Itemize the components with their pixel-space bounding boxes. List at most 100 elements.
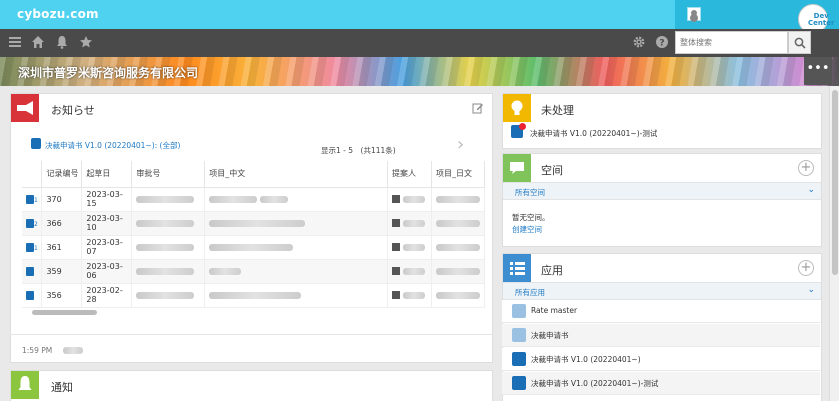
search-button[interactable] xyxy=(788,31,811,54)
space-filter-dropdown[interactable]: 所有空间 ⌄ xyxy=(503,182,821,200)
chat-bubble-icon xyxy=(503,154,531,182)
pending-item-link[interactable]: 决裁申请书 V1.0 (20220401~)-测试 xyxy=(530,128,657,139)
megaphone-icon xyxy=(11,94,39,122)
redacted-text xyxy=(136,243,195,251)
table-row[interactable]: 356 2023-02-28 xyxy=(22,283,486,308)
table-row[interactable]: 1 370 2023-03-15 xyxy=(22,187,486,212)
global-search xyxy=(675,31,788,54)
redacted-text xyxy=(209,291,302,299)
record-date-cell: 2023-02-28 xyxy=(81,283,133,308)
record-date-cell: 2023-03-06 xyxy=(81,259,133,284)
record-detail-icon[interactable] xyxy=(26,194,34,204)
column-header[interactable]: 记录编号 xyxy=(41,161,83,188)
home-icon[interactable] xyxy=(30,35,46,51)
column-header[interactable]: 审批号 xyxy=(131,161,206,188)
user-icon xyxy=(392,195,401,203)
app-icon xyxy=(512,376,526,390)
apps-filter-label: 所有应用 xyxy=(515,288,545,297)
app-item-label: Rate master xyxy=(531,306,578,315)
space-panel: 空间 + xyxy=(502,153,822,247)
pager-text: 显示1 - 5 (共111条) xyxy=(321,146,396,155)
user-icon xyxy=(392,291,401,299)
divider xyxy=(10,334,493,335)
record-detail-icon[interactable] xyxy=(26,242,34,252)
app-item-approval-form[interactable]: 决裁申请书 xyxy=(502,324,820,347)
user-icon xyxy=(392,267,401,275)
column-header[interactable]: 提案人 xyxy=(387,161,432,188)
gear-icon[interactable] xyxy=(631,35,647,51)
add-app-button[interactable]: + xyxy=(798,260,814,276)
top-bar: cybozu.com xyxy=(0,0,839,29)
lightbulb-icon xyxy=(503,94,531,122)
redacted-text xyxy=(209,219,306,227)
redacted-text xyxy=(403,219,426,227)
svg-text:?: ? xyxy=(659,39,664,49)
next-page-arrow[interactable]: › xyxy=(457,134,464,155)
app-item-label: 决裁申请书 V1.0 (20220401~)-测试 xyxy=(531,379,659,388)
redacted-text xyxy=(403,267,426,275)
user-avatar-icon[interactable] xyxy=(687,7,701,21)
app-icon xyxy=(512,352,526,366)
page-vertical-scrollbar[interactable] xyxy=(829,86,839,401)
record-id-cell: 361 xyxy=(41,235,83,260)
table-row[interactable]: 1 361 2023-03-07 xyxy=(22,235,486,260)
menu-icon[interactable] xyxy=(7,35,23,51)
table-horizontal-scrollbar[interactable] xyxy=(22,308,485,316)
app-icon xyxy=(512,304,526,318)
record-comment-count: 1 xyxy=(34,196,38,204)
company-title: 深圳市普罗米斯咨询服务有限公司 xyxy=(18,66,199,80)
notice-title: お知らせ xyxy=(51,104,95,117)
redacted-text xyxy=(63,347,83,354)
bell-icon[interactable] xyxy=(54,35,70,51)
notice-app-link[interactable]: 决裁申请书 V1.0 (20220401~): (全部) xyxy=(45,140,180,151)
table-row[interactable]: 359 2023-03-06 xyxy=(22,259,486,284)
redacted-text xyxy=(403,195,426,203)
app-item-label: 决裁申请书 V1.0 (20220401~) xyxy=(531,355,641,364)
app-item-rate-master[interactable]: Rate master xyxy=(502,300,820,323)
app-record-icon xyxy=(31,138,41,149)
search-input[interactable] xyxy=(676,32,787,53)
search-icon xyxy=(794,37,806,49)
apps-title: 应用 xyxy=(541,264,563,277)
record-id-cell: 359 xyxy=(41,259,83,284)
scrollbar-thumb[interactable] xyxy=(832,90,838,275)
star-icon[interactable] xyxy=(78,35,94,51)
notification-title: 通知 xyxy=(51,381,73,394)
redacted-text xyxy=(136,195,195,203)
add-space-button[interactable]: + xyxy=(798,160,814,176)
portal-banner: 深圳市普罗米斯咨询服务有限公司 xyxy=(0,57,839,86)
app-item-approval-form-v1-test[interactable]: 决裁申请书 V1.0 (20220401~)-测试 xyxy=(502,372,820,395)
record-detail-icon[interactable] xyxy=(26,218,34,228)
app-item-approval-form-v1[interactable]: 决裁申请书 V1.0 (20220401~) xyxy=(502,348,820,371)
notification-panel: 通知 xyxy=(10,370,493,401)
more-options-button[interactable]: ••• xyxy=(804,57,832,85)
scrollbar-thumb[interactable] xyxy=(32,310,97,315)
redacted-text xyxy=(435,219,480,227)
record-detail-icon[interactable] xyxy=(26,290,34,300)
redacted-text xyxy=(136,219,195,227)
redacted-text xyxy=(435,195,480,203)
table-row[interactable]: 2 366 2023-03-10 xyxy=(22,211,486,236)
record-detail-icon[interactable] xyxy=(26,266,34,276)
cybozu-logo[interactable]: cybozu.com xyxy=(17,7,99,21)
column-header[interactable]: 起草日 xyxy=(81,161,133,188)
record-date-cell: 2023-03-07 xyxy=(81,235,133,260)
redacted-text xyxy=(403,243,426,251)
pending-title: 未处理 xyxy=(541,104,574,117)
record-id-cell: 366 xyxy=(41,211,83,236)
app-item-label: 决裁申请书 xyxy=(531,331,569,340)
app-list-icon xyxy=(503,254,531,282)
apps-filter-dropdown[interactable]: 所有应用 ⌄ xyxy=(503,282,821,300)
bell-icon xyxy=(11,371,39,399)
help-icon[interactable]: ? xyxy=(654,35,670,51)
create-space-link[interactable]: 创建空间 xyxy=(512,224,542,235)
chevron-down-icon: ⌄ xyxy=(807,285,815,295)
notice-table: 记录编号 起草日 审批号 项目_中文 提案人 项目_日文 1 370 2023-… xyxy=(22,161,486,308)
redacted-text xyxy=(435,267,480,275)
edit-icon[interactable] xyxy=(472,102,484,114)
user-icon xyxy=(392,219,401,227)
redacted-text xyxy=(209,267,242,275)
column-header[interactable]: 项目_中文 xyxy=(204,161,389,188)
column-header[interactable]: 项目_日文 xyxy=(431,161,486,188)
record-comment-count: 1 xyxy=(34,244,38,252)
